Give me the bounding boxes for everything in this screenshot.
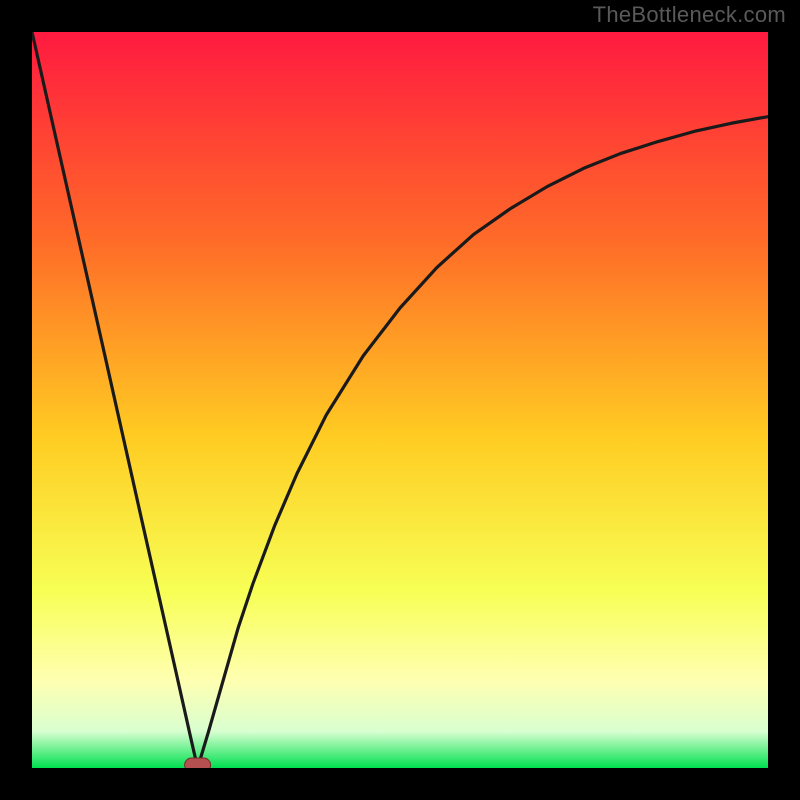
chart-frame: TheBottleneck.com (0, 0, 800, 800)
watermark-text: TheBottleneck.com (593, 2, 786, 28)
plot-area (32, 32, 768, 768)
chart-svg (32, 32, 768, 768)
minimum-marker (185, 758, 211, 768)
